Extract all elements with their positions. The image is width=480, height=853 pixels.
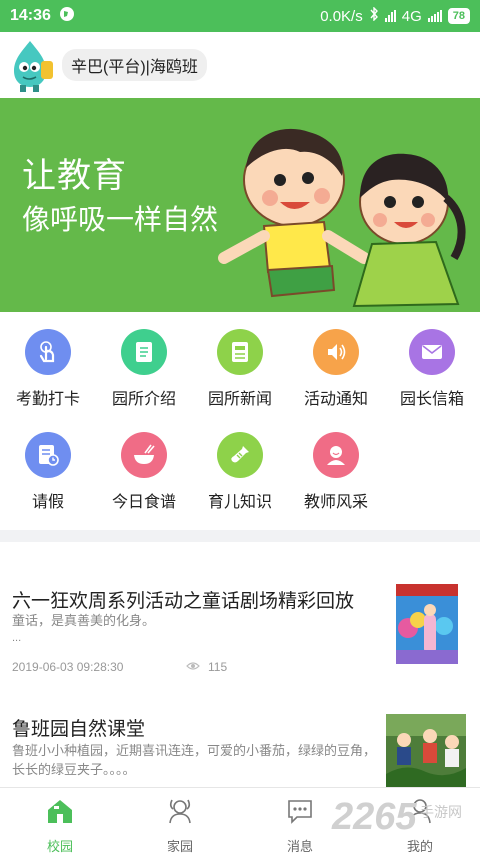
news-summary: 童话，是真善美的化身。 — [12, 613, 156, 628]
status-indicators: 0.0K/s 4G 78 — [320, 6, 470, 25]
news-title: 六一狂欢周系列活动之童话剧场精彩回放 — [12, 591, 355, 612]
shortcut-activity-notice[interactable]: 活动通知 — [288, 312, 384, 412]
shortcut-school-intro[interactable]: 园所介绍 — [96, 312, 192, 412]
news-item[interactable]: 鲁班园自然课堂 鲁班小小种植园，近期喜讯连连，可爱的小番茄，绿绿的豆角，长长的绿… — [0, 676, 480, 787]
status-time: 14:36 — [10, 7, 51, 24]
bluetooth-icon — [369, 6, 379, 25]
teacher-icon — [313, 432, 359, 478]
message-icon — [285, 796, 315, 831]
shortcut-label: 育儿知识 — [207, 494, 272, 511]
shortcut-principal-mailbox[interactable]: 园长信箱 — [384, 312, 480, 412]
watermark-text: 手游网 — [420, 804, 462, 820]
leave-form-icon — [25, 432, 71, 478]
hd-signal-icon — [384, 10, 396, 22]
news-title: 鲁班园自然课堂 — [12, 719, 146, 740]
news-summary: 鲁班小小种植园，近期喜讯连连，可爱的小番茄，绿绿的豆角，长长的绿豆夹子。。。。 — [12, 743, 377, 777]
shortcut-label: 园所新闻 — [207, 391, 272, 408]
school-icon — [45, 796, 75, 831]
nav-label: 家园 — [166, 839, 193, 853]
news-thumbnail — [386, 714, 466, 787]
banner-slogan-line1: 让教育 — [22, 156, 127, 196]
news-views: 115 — [186, 660, 227, 674]
shortcut-label: 园所介绍 — [111, 391, 176, 408]
shortcut-teacher-showcase[interactable]: 教师风采 — [288, 415, 384, 515]
nav-label: 消息 — [286, 839, 313, 853]
shortcut-school-news[interactable]: 园所新闻 — [192, 312, 288, 412]
tap-hand-icon — [25, 329, 71, 375]
header: 辛巴(平台)|海鸥班 — [0, 32, 480, 98]
kids-illustration — [218, 128, 466, 308]
avatar[interactable] — [8, 37, 56, 93]
shortcut-leave[interactable]: 请假 — [0, 415, 96, 515]
banner-slogan-line2: 像呼吸一样自然 — [22, 203, 219, 236]
watermark-logo: 2265 手游网 — [332, 790, 480, 850]
newspaper-icon — [217, 329, 263, 375]
shortcut-grid: 考勤打卡 园所介绍 园所新闻 活动通知 园长信箱 请假 今日食谱 育儿知识 教师… — [0, 312, 480, 530]
network-type: 4G — [401, 7, 422, 25]
status-bar: 14:36 0.0K/s 4G 78 — [0, 0, 480, 32]
watermark-number: 2265 — [332, 796, 417, 838]
document-icon — [121, 329, 167, 375]
news-datetime: 2019-06-03 09:28:30 — [12, 660, 124, 674]
signal-icon — [427, 10, 442, 22]
news-summary-more: ... — [12, 632, 22, 644]
news-view-count: 115 — [208, 660, 228, 674]
shortcut-label: 园长信箱 — [399, 391, 464, 408]
shortcut-label: 教师风采 — [303, 494, 368, 511]
nav-label: 校园 — [46, 839, 73, 853]
network-speed: 0.0K/s — [320, 7, 363, 25]
eye-icon — [186, 660, 200, 674]
shortcut-daily-menu[interactable]: 今日食谱 — [96, 415, 192, 515]
banner[interactable]: 让教育 像呼吸一样自然 — [0, 98, 480, 312]
news-item[interactable]: 六一狂欢周系列活动之童话剧场精彩回放 童话，是真善美的化身。 ... 2019-… — [0, 542, 480, 676]
shortcut-label: 今日食谱 — [111, 494, 176, 511]
speaker-icon — [313, 329, 359, 375]
battery-indicator: 78 — [447, 8, 470, 24]
nav-tab-campus[interactable]: 校园 — [0, 788, 120, 853]
shortcut-label: 请假 — [31, 494, 64, 511]
bottle-icon — [217, 432, 263, 478]
notification-icon — [59, 6, 75, 27]
nav-tab-home-school[interactable]: 家园 — [120, 788, 240, 853]
bowl-icon — [121, 432, 167, 478]
family-icon — [165, 796, 195, 831]
shortcut-label: 活动通知 — [303, 391, 368, 408]
section-divider — [0, 530, 480, 542]
news-thumbnail — [396, 584, 458, 664]
shortcut-label: 考勤打卡 — [15, 391, 80, 408]
shortcut-parenting-knowledge[interactable]: 育儿知识 — [192, 415, 288, 515]
mail-icon — [409, 329, 455, 375]
shortcut-attendance[interactable]: 考勤打卡 — [0, 312, 96, 412]
class-selector[interactable]: 辛巴(平台)|海鸥班 — [62, 49, 207, 81]
